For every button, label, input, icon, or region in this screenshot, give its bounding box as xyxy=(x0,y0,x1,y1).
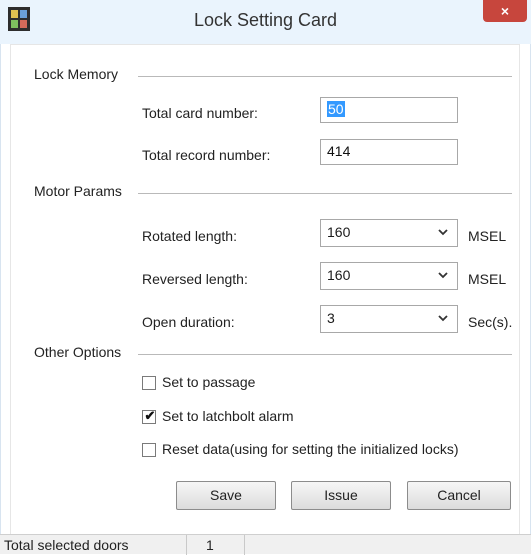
open-duration-select[interactable]: 3 xyxy=(320,305,458,333)
open-duration-unit: Sec(s). xyxy=(468,314,513,330)
total-card-value: 50 xyxy=(327,101,345,117)
rotated-length-value: 160 xyxy=(327,224,351,240)
reset-data-checkbox[interactable] xyxy=(142,443,156,457)
cancel-button[interactable]: Cancel xyxy=(407,481,511,510)
total-record-value: 414 xyxy=(327,143,351,159)
passage-label: Set to passage xyxy=(162,374,256,390)
latchbolt-alarm-checkbox[interactable]: ✔ xyxy=(142,408,156,424)
open-duration-label: Open duration: xyxy=(142,314,235,330)
reversed-length-unit: MSEL xyxy=(468,271,507,287)
section-other-options: Other Options xyxy=(34,344,122,360)
rotated-length-label: Rotated length: xyxy=(142,228,237,244)
status-label: Total selected doors xyxy=(4,537,129,553)
chevron-down-icon xyxy=(438,272,448,279)
latchbolt-alarm-label: Set to latchbolt alarm xyxy=(162,408,294,424)
total-card-input[interactable]: 50 xyxy=(320,97,458,123)
checkmark-icon: ✔ xyxy=(144,408,156,423)
chevron-down-icon xyxy=(438,229,448,236)
reversed-length-label: Reversed length: xyxy=(142,271,248,287)
rotated-length-unit: MSEL xyxy=(468,228,507,244)
section-divider xyxy=(138,193,512,194)
close-icon: × xyxy=(500,3,510,19)
chevron-down-icon xyxy=(438,315,448,322)
passage-checkbox[interactable] xyxy=(142,376,156,390)
reversed-length-value: 160 xyxy=(327,267,351,283)
section-lock-memory: Lock Memory xyxy=(34,66,119,82)
section-divider xyxy=(138,76,512,77)
status-divider xyxy=(186,535,187,555)
reset-data-label: Reset data(using for setting the initial… xyxy=(162,441,459,457)
status-divider xyxy=(244,535,245,555)
section-divider xyxy=(138,354,512,355)
status-value: 1 xyxy=(206,537,214,553)
close-button[interactable]: × xyxy=(483,0,527,22)
section-motor-params: Motor Params xyxy=(34,183,122,199)
open-duration-value: 3 xyxy=(327,310,335,326)
save-button[interactable]: Save xyxy=(176,481,276,510)
total-record-label: Total record number: xyxy=(142,147,271,163)
total-record-input[interactable]: 414 xyxy=(320,139,458,165)
rotated-length-select[interactable]: 160 xyxy=(320,219,458,247)
issue-button[interactable]: Issue xyxy=(291,481,391,510)
window-title: Lock Setting Card xyxy=(193,10,338,30)
status-bar: Total selected doors 1 xyxy=(0,534,531,555)
total-card-label: Total card number: xyxy=(142,105,258,121)
reversed-length-select[interactable]: 160 xyxy=(320,262,458,290)
